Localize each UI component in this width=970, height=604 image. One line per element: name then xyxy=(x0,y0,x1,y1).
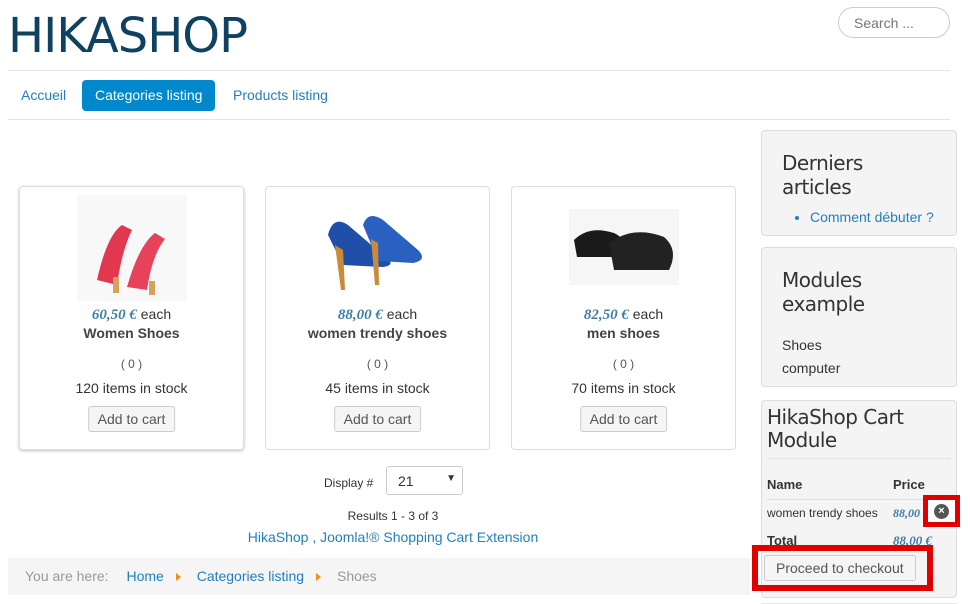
proceed-to-checkout-button[interactable]: Proceed to checkout xyxy=(764,555,916,581)
product-name[interactable]: Women Shoes xyxy=(20,325,243,341)
breadcrumb: You are here: Home Categories listing Sh… xyxy=(8,558,750,595)
breadcrumb-current: Shoes xyxy=(336,568,377,584)
add-to-cart-button[interactable]: Add to cart xyxy=(579,406,668,432)
nav-accueil[interactable]: Accueil xyxy=(8,80,79,111)
latest-articles-panel: Derniers articles Comment débuter ? xyxy=(761,130,957,236)
product-rating: ( 0 ) xyxy=(366,357,389,371)
panel-title: HikaShop Cart Module xyxy=(767,406,951,459)
joomla-extension-link[interactable]: Joomla!® Shopping Cart Extension xyxy=(320,529,538,545)
add-to-cart-button[interactable]: Add to cart xyxy=(87,406,176,432)
dropdown-arrow-icon: ▼ xyxy=(446,473,456,484)
nav-categories-listing[interactable]: Categories listing xyxy=(82,80,216,111)
product-stock: 120 items in stock xyxy=(75,380,188,396)
display-label: Display # xyxy=(324,476,374,490)
product-image-blue-pump[interactable] xyxy=(323,195,433,301)
chevron-right-icon xyxy=(175,573,181,581)
product-image-red-sandal[interactable] xyxy=(76,195,187,301)
module-item-shoes[interactable]: Shoes xyxy=(782,334,936,357)
display-select[interactable]: 21 ▼ xyxy=(386,466,463,495)
product-price: 88,00 € xyxy=(337,307,383,323)
results-count: Results 1 - 3 of 3 xyxy=(347,509,439,523)
nav-products-listing[interactable]: Products listing xyxy=(220,80,341,111)
col-price: Price xyxy=(893,477,925,492)
product-price: 82,50 € xyxy=(583,307,629,323)
breadcrumb-categories[interactable]: Categories listing xyxy=(197,568,304,584)
modules-example-panel: Modules example Shoes computer xyxy=(761,247,957,387)
add-to-cart-button[interactable]: Add to cart xyxy=(333,406,422,432)
product-name[interactable]: women trendy shoes xyxy=(266,325,489,341)
product-price: 60,50 € each xyxy=(91,306,172,323)
cart-item-name[interactable]: women trendy shoes xyxy=(767,506,893,521)
display-value: 21 xyxy=(398,473,414,489)
chevron-right-icon xyxy=(316,573,322,581)
divider xyxy=(8,70,950,71)
product-card: 82,50 € each men shoes ( 0 ) 70 items in… xyxy=(511,186,736,450)
product-stock: 70 items in stock xyxy=(571,380,676,396)
col-name: Name xyxy=(767,477,803,492)
product-stock: 45 items in stock xyxy=(325,380,430,396)
module-item-computer[interactable]: computer xyxy=(782,357,936,380)
remove-item-button[interactable]: × xyxy=(923,495,960,527)
product-rating: ( 0 ) xyxy=(612,357,635,371)
remove-icon: × xyxy=(934,504,949,519)
product-rating: ( 0 ) xyxy=(120,357,143,371)
breadcrumb-home[interactable]: Home xyxy=(126,568,163,584)
product-card: 60,50 € each Women Shoes ( 0 ) 120 items… xyxy=(19,186,244,450)
divider xyxy=(8,119,950,120)
product-name[interactable]: men shoes xyxy=(512,325,735,341)
panel-title: Derniers articles xyxy=(782,151,863,199)
product-image-black-oxford[interactable] xyxy=(568,195,679,301)
product-card: 88,00 € each women trendy shoes ( 0 ) 45… xyxy=(265,186,490,450)
search-input[interactable] xyxy=(838,7,950,38)
site-logo[interactable]: HIKASHOP xyxy=(8,8,248,64)
hikashop-link[interactable]: HikaShop xyxy=(248,529,309,545)
panel-title: Modules example xyxy=(782,268,865,316)
footer-link-row: HikaShop , Joomla!® Shopping Cart Extens… xyxy=(247,529,539,545)
article-link[interactable]: Comment débuter ? xyxy=(810,209,934,225)
